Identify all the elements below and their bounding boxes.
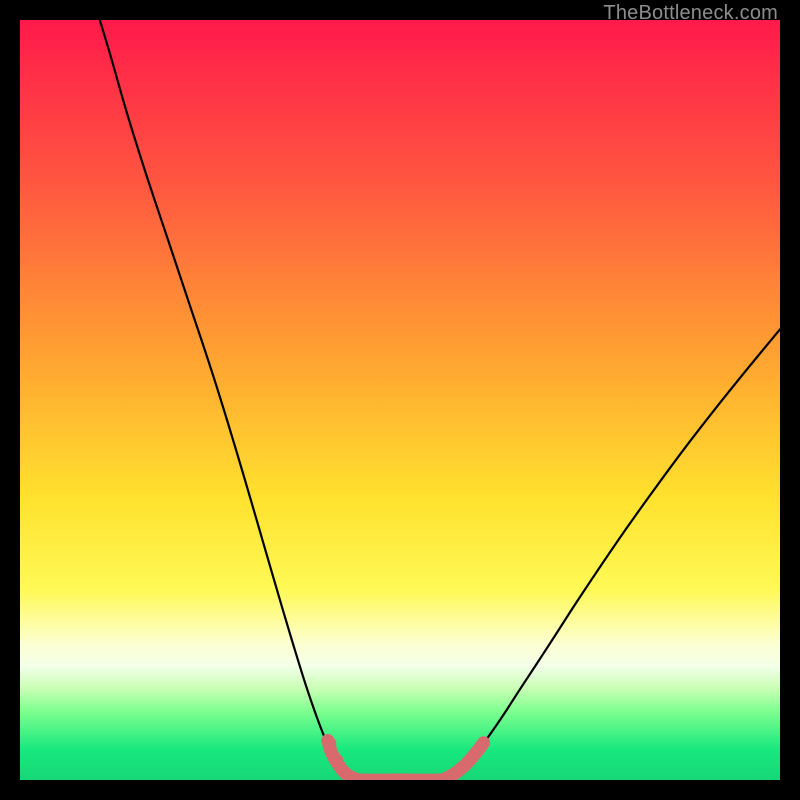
marker-dot [449,767,461,779]
marker-dot [329,753,343,767]
marker-dot [322,737,336,751]
marker-dot [460,758,472,770]
watermark-text: TheBottleneck.com [603,2,778,25]
chart-frame [20,20,780,780]
bottleneck-chart [20,20,780,780]
marker-dot [469,748,481,760]
